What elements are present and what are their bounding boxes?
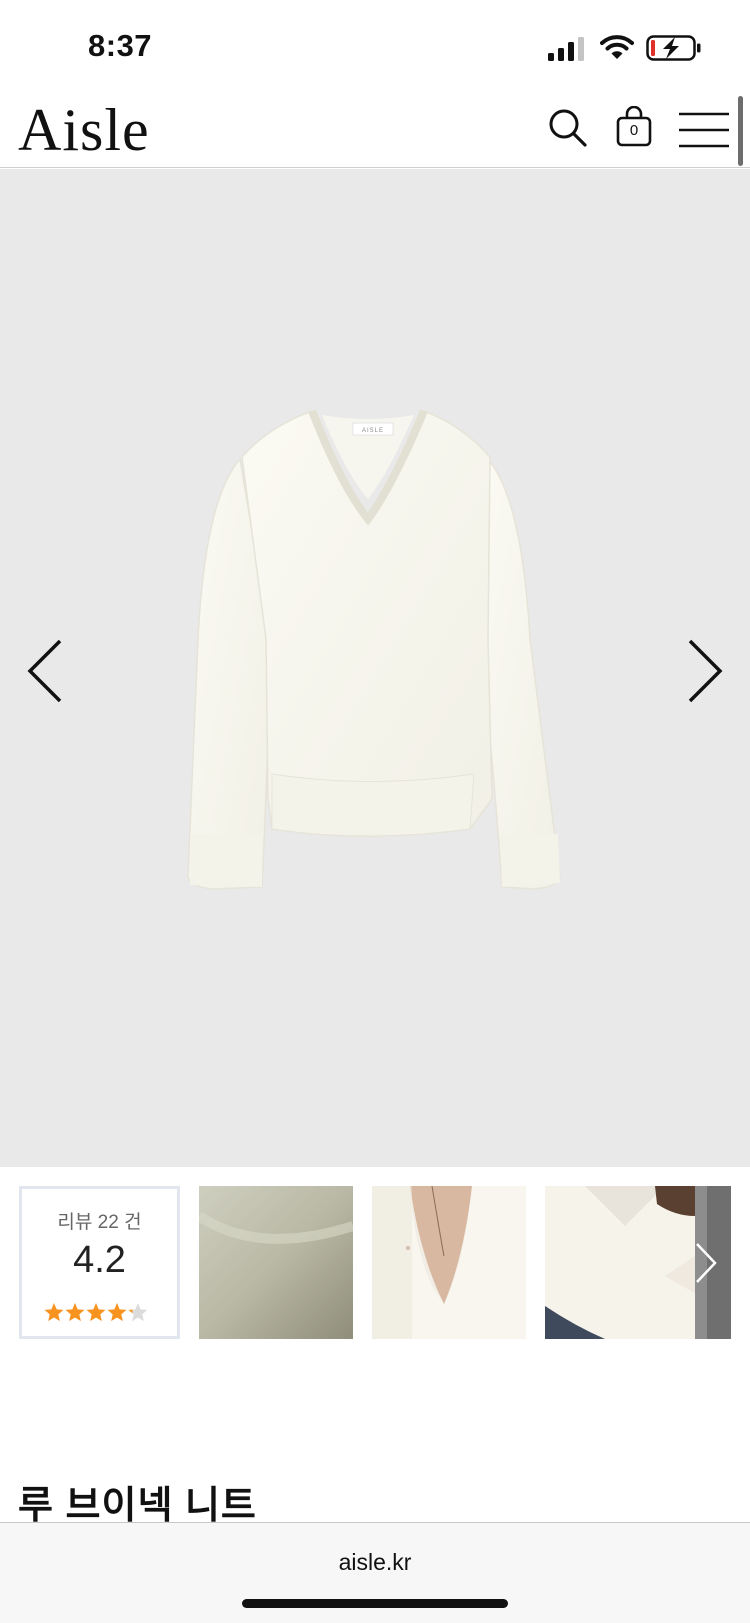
review-score: 4.2 xyxy=(73,1239,126,1281)
cart-count: 0 xyxy=(629,122,639,139)
chevron-right-icon[interactable] xyxy=(684,635,728,707)
product-image-gallery[interactable]: AISLE xyxy=(0,169,750,1167)
star-icon xyxy=(86,1303,106,1322)
star-rating xyxy=(44,1303,148,1322)
review-summary[interactable]: 리뷰 22 건 4.2 xyxy=(19,1186,180,1339)
review-count: 리뷰 22 건 xyxy=(57,1212,142,1233)
review-photo xyxy=(199,1186,353,1339)
cart-button[interactable]: 0 xyxy=(614,105,654,148)
svg-text:AISLE: AISLE xyxy=(362,428,384,434)
chevron-left-icon[interactable] xyxy=(22,635,66,707)
search-icon[interactable] xyxy=(548,108,588,148)
product-title: 루 브이넥 니트 xyxy=(18,1485,257,1527)
cellular-signal-icon xyxy=(548,37,584,61)
browser-address-bar: aisle.kr xyxy=(0,1522,750,1623)
browser-url[interactable]: aisle.kr xyxy=(0,1549,750,1576)
review-photo xyxy=(372,1186,526,1339)
scroll-indicator[interactable] xyxy=(738,96,743,166)
site-header: Aisle 0 xyxy=(0,90,750,168)
battery-charging-icon xyxy=(646,35,701,61)
status-bar: 8:37 xyxy=(0,0,750,90)
star-icon xyxy=(128,1303,148,1322)
review-photo-thumbnail[interactable] xyxy=(199,1186,353,1339)
hamburger-menu-icon[interactable] xyxy=(678,110,730,150)
status-time: 8:37 xyxy=(88,28,153,63)
review-strip: 리뷰 22 건 4.2 xyxy=(0,1167,750,1367)
star-icon xyxy=(44,1303,64,1322)
brand-logo[interactable]: Aisle xyxy=(18,96,150,165)
review-photo-thumbnail[interactable] xyxy=(372,1186,526,1339)
wifi-icon xyxy=(600,35,634,59)
product-image: AISLE xyxy=(187,409,561,890)
star-icon xyxy=(65,1303,85,1322)
home-indicator[interactable] xyxy=(242,1599,508,1608)
star-icon xyxy=(107,1303,127,1322)
chevron-right-icon[interactable] xyxy=(694,1241,718,1285)
